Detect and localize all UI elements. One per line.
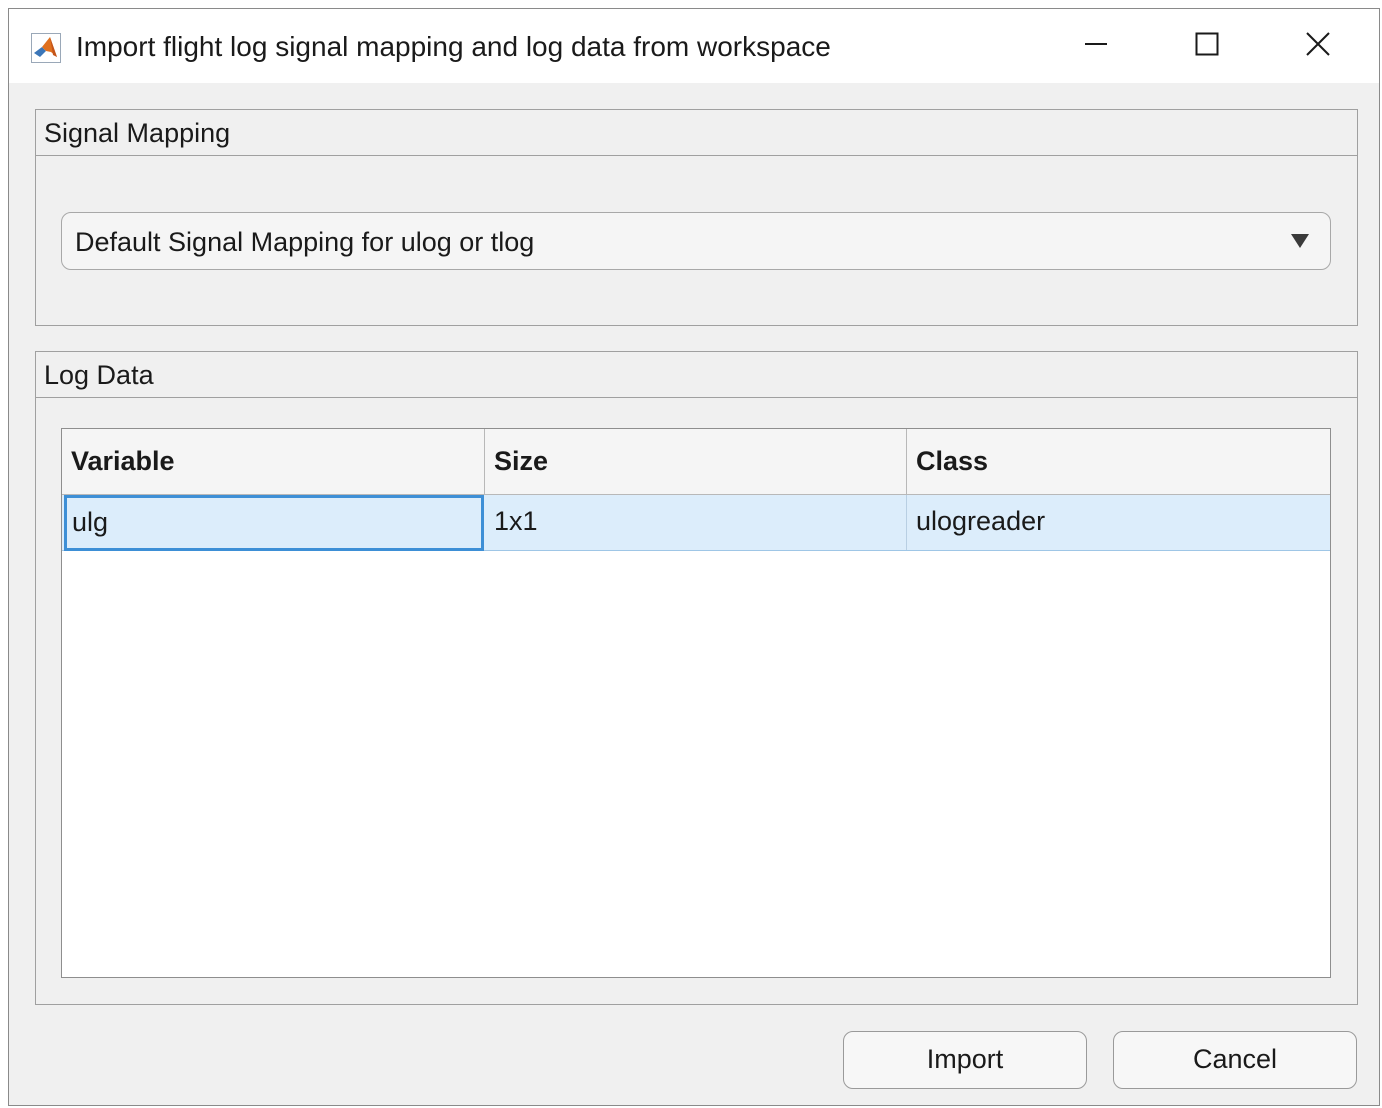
log-data-table: Variable Size Class ulg 1x1 ulogreader <box>61 428 1331 978</box>
minimize-icon <box>1084 32 1108 61</box>
title-bar[interactable]: Import flight log signal mapping and log… <box>9 9 1379 83</box>
maximize-icon <box>1195 32 1219 61</box>
import-dialog: Import flight log signal mapping and log… <box>8 8 1380 1106</box>
cell-size[interactable]: 1x1 <box>485 495 907 550</box>
log-data-header: Log Data <box>36 352 1357 398</box>
column-header-variable[interactable]: Variable <box>62 429 485 494</box>
cell-variable[interactable]: ulg <box>64 495 484 551</box>
dropdown-arrow-icon <box>1290 233 1310 249</box>
close-button[interactable] <box>1263 9 1373 83</box>
log-data-panel: Log Data Variable Size Class ulg 1x1 ulo… <box>35 351 1358 1005</box>
column-header-class[interactable]: Class <box>907 429 1330 494</box>
cancel-button[interactable]: Cancel <box>1113 1031 1357 1089</box>
close-icon <box>1305 31 1331 62</box>
signal-mapping-header: Signal Mapping <box>36 110 1357 156</box>
cell-class[interactable]: ulogreader <box>907 495 1330 550</box>
table-row[interactable]: ulg 1x1 ulogreader <box>62 495 1330 551</box>
signal-mapping-selected-value: Default Signal Mapping for ulog or tlog <box>75 227 535 257</box>
maximize-button[interactable] <box>1152 9 1262 83</box>
signal-mapping-dropdown[interactable]: Default Signal Mapping for ulog or tlog <box>61 212 1331 270</box>
signal-mapping-panel: Signal Mapping Default Signal Mapping fo… <box>35 109 1358 326</box>
column-header-size[interactable]: Size <box>485 429 907 494</box>
signal-mapping-title: Signal Mapping <box>44 118 231 148</box>
minimize-button[interactable] <box>1041 9 1151 83</box>
window-title: Import flight log signal mapping and log… <box>76 31 831 62</box>
matlab-logo-icon <box>31 33 61 63</box>
table-header: Variable Size Class <box>62 429 1330 495</box>
import-button[interactable]: Import <box>843 1031 1087 1089</box>
log-data-title: Log Data <box>44 360 154 390</box>
